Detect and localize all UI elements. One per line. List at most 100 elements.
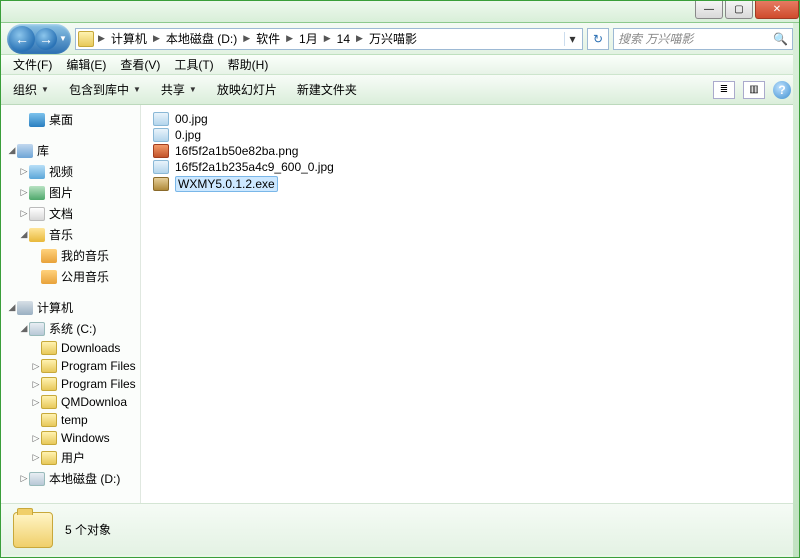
- organize-button[interactable]: 组织▼: [9, 79, 53, 100]
- breadcrumb-bar[interactable]: ▶ 计算机 ▶ 本地磁盘 (D:) ▶ 软件 ▶ 1月 ▶ 14 ▶ 万兴喵影 …: [75, 28, 583, 50]
- computer-icon: [17, 301, 33, 315]
- new-folder-button[interactable]: 新建文件夹: [293, 79, 361, 100]
- tree-item-my-music[interactable]: 我的音乐: [1, 245, 140, 266]
- file-item[interactable]: 16f5f2a1b235a4c9_600_0.jpg: [151, 159, 789, 175]
- menu-edit[interactable]: 编辑(E): [60, 54, 112, 75]
- tree-item-folder[interactable]: Downloads: [1, 339, 140, 357]
- preview-pane-button[interactable]: ▥: [743, 81, 765, 99]
- slideshow-button[interactable]: 放映幻灯片: [213, 79, 281, 100]
- minimize-button[interactable]: —: [695, 1, 723, 19]
- maximize-button[interactable]: ▢: [725, 1, 753, 19]
- breadcrumb-item[interactable]: 计算机: [107, 30, 151, 47]
- details-pane: 5 个对象: [1, 503, 799, 555]
- refresh-button[interactable]: ↻: [587, 28, 609, 50]
- tree-item-desktop[interactable]: 桌面: [1, 109, 140, 130]
- documents-icon: [29, 207, 45, 221]
- breadcrumb-item[interactable]: 本地磁盘 (D:): [162, 30, 241, 47]
- tree-item-drive-c[interactable]: ◢系统 (C:): [1, 318, 140, 339]
- command-bar: 组织▼ 包含到库中▼ 共享▼ 放映幻灯片 新建文件夹 ≣ ▥ ?: [1, 75, 799, 105]
- folder-tree: 桌面 ◢库 ▷视频 ▷图片 ▷文档 ◢音乐 我的音乐 公用音乐 ◢计算机 ◢系统…: [1, 109, 140, 489]
- help-button[interactable]: ?: [773, 81, 791, 99]
- include-in-library-button[interactable]: 包含到库中▼: [65, 79, 145, 100]
- file-list: 00.jpg 0.jpg 16f5f2a1b50e82ba.png 16f5f2a1b…: [151, 111, 789, 193]
- menu-tools[interactable]: 工具(T): [168, 54, 219, 75]
- drive-icon: [29, 322, 45, 336]
- title-bar: — ▢ ✕: [1, 1, 799, 23]
- menu-view[interactable]: 查看(V): [114, 54, 166, 75]
- folder-large-icon: [13, 512, 53, 548]
- explorer-window: — ▢ ✕ ← → ▼ ▶ 计算机 ▶ 本地磁盘 (D:) ▶ 软件 ▶ 1月 …: [0, 0, 800, 558]
- breadcrumb-item[interactable]: 1月: [295, 30, 322, 47]
- tree-item-folder[interactable]: ▷Windows: [1, 429, 140, 447]
- window-controls: — ▢ ✕: [693, 1, 799, 19]
- file-name: 00.jpg: [175, 112, 208, 126]
- breadcrumb-item[interactable]: 万兴喵影: [365, 30, 421, 47]
- breadcrumb-item[interactable]: 软件: [252, 30, 284, 47]
- navigation-bar: ← → ▼ ▶ 计算机 ▶ 本地磁盘 (D:) ▶ 软件 ▶ 1月 ▶ 14 ▶…: [1, 23, 799, 55]
- folder-icon: [41, 395, 57, 409]
- tree-item-documents[interactable]: ▷文档: [1, 203, 140, 224]
- explorer-body: 桌面 ◢库 ▷视频 ▷图片 ▷文档 ◢音乐 我的音乐 公用音乐 ◢计算机 ◢系统…: [1, 105, 799, 503]
- tree-item-folder[interactable]: ▷QMDownloa: [1, 393, 140, 411]
- share-button[interactable]: 共享▼: [157, 79, 201, 100]
- tree-item-folder[interactable]: temp: [1, 411, 140, 429]
- folder-icon: [41, 413, 57, 427]
- tree-item-videos[interactable]: ▷视频: [1, 161, 140, 182]
- file-list-pane[interactable]: 00.jpg 0.jpg 16f5f2a1b50e82ba.png 16f5f2a1b…: [141, 105, 799, 503]
- chevron-right-icon[interactable]: ▶: [151, 33, 162, 44]
- tree-item-folder[interactable]: ▷用户: [1, 447, 140, 468]
- forward-button[interactable]: →: [35, 28, 57, 50]
- folder-icon: [78, 31, 94, 47]
- menu-bar: 文件(F) 编辑(E) 查看(V) 工具(T) 帮助(H): [1, 55, 799, 75]
- tree-item-pictures[interactable]: ▷图片: [1, 182, 140, 203]
- file-item[interactable]: WXMY5.0.1.2.exe: [151, 175, 789, 193]
- change-view-button[interactable]: ≣: [713, 81, 735, 99]
- chevron-right-icon[interactable]: ▶: [241, 33, 252, 44]
- menu-help[interactable]: 帮助(H): [222, 54, 275, 75]
- file-item[interactable]: 16f5f2a1b50e82ba.png: [151, 143, 789, 159]
- close-button[interactable]: ✕: [755, 1, 799, 19]
- desktop-icon: [29, 113, 45, 127]
- breadcrumb-dropdown[interactable]: ▾: [564, 32, 580, 46]
- pictures-icon: [29, 186, 45, 200]
- folder-icon: [41, 341, 57, 355]
- search-placeholder: 搜索 万兴喵影: [618, 30, 693, 47]
- tree-item-music[interactable]: ◢音乐: [1, 224, 140, 245]
- music-icon: [29, 228, 45, 242]
- folder-icon: [41, 359, 57, 373]
- chevron-right-icon[interactable]: ▶: [96, 33, 107, 44]
- tree-item-folder[interactable]: ▷Program Files: [1, 357, 140, 375]
- videos-icon: [29, 165, 45, 179]
- nav-history-dropdown[interactable]: ▼: [57, 34, 69, 43]
- music-folder-icon: [41, 270, 57, 284]
- jpg-file-icon: [153, 112, 169, 126]
- file-item[interactable]: 00.jpg: [151, 111, 789, 127]
- file-name: 16f5f2a1b50e82ba.png: [175, 144, 298, 158]
- breadcrumb-item[interactable]: 14: [333, 32, 354, 46]
- tree-item-public-music[interactable]: 公用音乐: [1, 266, 140, 287]
- exe-file-icon: [153, 177, 169, 191]
- object-count-text: 5 个对象: [65, 521, 111, 538]
- back-button[interactable]: ←: [9, 26, 35, 52]
- chevron-right-icon[interactable]: ▶: [284, 33, 295, 44]
- chevron-right-icon[interactable]: ▶: [322, 33, 333, 44]
- file-name: 0.jpg: [175, 128, 201, 142]
- chevron-right-icon[interactable]: ▶: [354, 33, 365, 44]
- tree-item-folder[interactable]: ▷Program Files: [1, 375, 140, 393]
- tree-item-computer[interactable]: ◢计算机: [1, 297, 140, 318]
- jpg-file-icon: [153, 160, 169, 174]
- search-box[interactable]: 搜索 万兴喵影 🔍: [613, 28, 793, 50]
- window-right-border: [793, 23, 799, 557]
- file-name: 16f5f2a1b235a4c9_600_0.jpg: [175, 160, 334, 174]
- nav-buttons: ← → ▼: [7, 24, 71, 54]
- drive-icon: [29, 472, 45, 486]
- folder-icon: [41, 451, 57, 465]
- file-item[interactable]: 0.jpg: [151, 127, 789, 143]
- tree-item-libraries[interactable]: ◢库: [1, 140, 140, 161]
- jpg-file-icon: [153, 128, 169, 142]
- tree-item-drive-d[interactable]: ▷本地磁盘 (D:): [1, 468, 140, 489]
- search-icon[interactable]: 🔍: [773, 32, 788, 46]
- menu-file[interactable]: 文件(F): [7, 54, 58, 75]
- navigation-pane[interactable]: 桌面 ◢库 ▷视频 ▷图片 ▷文档 ◢音乐 我的音乐 公用音乐 ◢计算机 ◢系统…: [1, 105, 141, 503]
- music-folder-icon: [41, 249, 57, 263]
